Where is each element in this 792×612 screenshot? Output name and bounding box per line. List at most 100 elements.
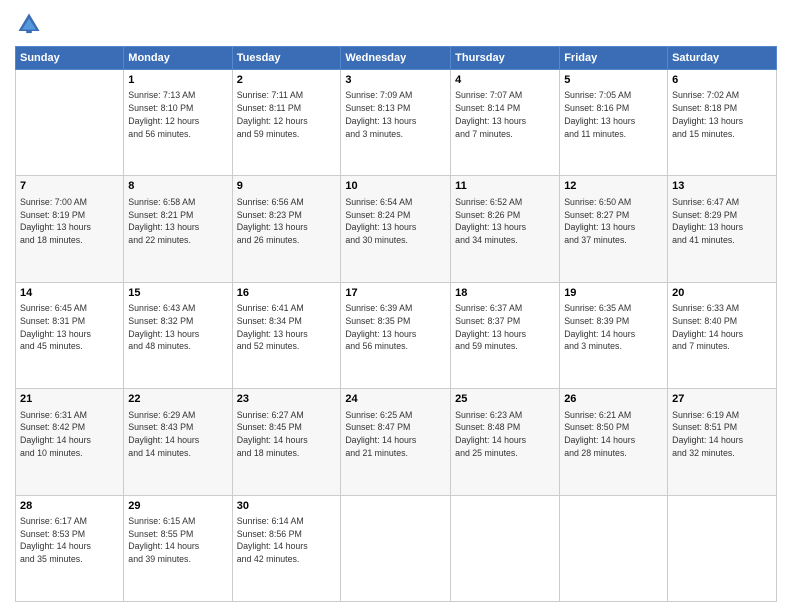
day-number: 19	[564, 286, 663, 301]
day-info: Sunrise: 6:37 AM Sunset: 8:37 PM Dayligh…	[455, 302, 555, 353]
day-info: Sunrise: 6:25 AM Sunset: 8:47 PM Dayligh…	[345, 409, 446, 460]
week-row-3: 14Sunrise: 6:45 AM Sunset: 8:31 PM Dayli…	[16, 282, 777, 388]
day-cell: 4Sunrise: 7:07 AM Sunset: 8:14 PM Daylig…	[451, 70, 560, 176]
day-cell: 24 Sunrise: 6:25 AM Sunset: 8:47 PM Dayli…	[341, 389, 451, 495]
week-row-5: 28Sunrise: 6:17 AM Sunset: 8:53 PM Dayli…	[16, 495, 777, 601]
logo	[15, 10, 47, 38]
day-cell: 15Sunrise: 6:43 AM Sunset: 8:32 PM Dayli…	[124, 282, 232, 388]
day-cell: 19Sunrise: 6:35 AM Sunset: 8:39 PM Dayli…	[560, 282, 668, 388]
col-header-saturday: Saturday	[668, 47, 777, 70]
day-info: Sunrise: 6:14 AM Sunset: 8:56 PM Dayligh…	[237, 515, 337, 566]
day-number: 30	[237, 499, 337, 514]
page: SundayMondayTuesdayWednesdayThursdayFrid…	[0, 0, 792, 612]
col-header-tuesday: Tuesday	[232, 47, 341, 70]
day-cell: 21 Sunrise: 6:31 AM Sunset: 8:42 PM Dayli…	[16, 389, 124, 495]
day-number: 17	[345, 286, 446, 301]
day-number: 29	[128, 499, 227, 514]
day-number: 26	[564, 392, 663, 407]
day-number: 14	[20, 286, 119, 301]
day-info: Sunrise: 6:31 AM Sunset: 8:42 PM Dayligh…	[20, 409, 119, 460]
day-info: Sunrise: 6:54 AM Sunset: 8:24 PM Dayligh…	[345, 196, 446, 247]
day-cell	[341, 495, 451, 601]
day-number: 9	[237, 179, 337, 194]
day-cell: 18Sunrise: 6:37 AM Sunset: 8:37 PM Dayli…	[451, 282, 560, 388]
day-cell: 14Sunrise: 6:45 AM Sunset: 8:31 PM Dayli…	[16, 282, 124, 388]
day-number: 10	[345, 179, 446, 194]
col-header-monday: Monday	[124, 47, 232, 70]
week-row-4: 21 Sunrise: 6:31 AM Sunset: 8:42 PM Dayli…	[16, 389, 777, 495]
col-header-friday: Friday	[560, 47, 668, 70]
day-number: 27	[672, 392, 772, 407]
day-info: Sunrise: 6:58 AM Sunset: 8:21 PM Dayligh…	[128, 196, 227, 247]
day-cell	[16, 70, 124, 176]
day-info: Sunrise: 6:27 AM Sunset: 8:45 PM Dayligh…	[237, 409, 337, 460]
day-cell: 29Sunrise: 6:15 AM Sunset: 8:55 PM Dayli…	[124, 495, 232, 601]
day-number: 18	[455, 286, 555, 301]
day-info: Sunrise: 6:17 AM Sunset: 8:53 PM Dayligh…	[20, 515, 119, 566]
header-row: SundayMondayTuesdayWednesdayThursdayFrid…	[16, 47, 777, 70]
day-cell: 13 Sunrise: 6:47 AM Sunset: 8:29 PM Dayli…	[668, 176, 777, 282]
day-cell: 20Sunrise: 6:33 AM Sunset: 8:40 PM Dayli…	[668, 282, 777, 388]
day-info: Sunrise: 7:09 AM Sunset: 8:13 PM Dayligh…	[345, 89, 446, 140]
day-number: 2	[237, 73, 337, 88]
day-cell: 10 Sunrise: 6:54 AM Sunset: 8:24 PM Dayli…	[341, 176, 451, 282]
logo-icon	[15, 10, 43, 38]
day-number: 16	[237, 286, 337, 301]
day-info: Sunrise: 7:07 AM Sunset: 8:14 PM Dayligh…	[455, 89, 555, 140]
day-info: Sunrise: 7:13 AM Sunset: 8:10 PM Dayligh…	[128, 89, 227, 140]
calendar-table: SundayMondayTuesdayWednesdayThursdayFrid…	[15, 46, 777, 602]
day-cell: 2Sunrise: 7:11 AM Sunset: 8:11 PM Daylig…	[232, 70, 341, 176]
day-cell: 26 Sunrise: 6:21 AM Sunset: 8:50 PM Dayli…	[560, 389, 668, 495]
day-info: Sunrise: 6:39 AM Sunset: 8:35 PM Dayligh…	[345, 302, 446, 353]
day-number: 15	[128, 286, 227, 301]
day-info: Sunrise: 7:00 AM Sunset: 8:19 PM Dayligh…	[20, 196, 119, 247]
day-info: Sunrise: 6:45 AM Sunset: 8:31 PM Dayligh…	[20, 302, 119, 353]
day-info: Sunrise: 6:23 AM Sunset: 8:48 PM Dayligh…	[455, 409, 555, 460]
day-info: Sunrise: 7:02 AM Sunset: 8:18 PM Dayligh…	[672, 89, 772, 140]
day-number: 13	[672, 179, 772, 194]
day-number: 6	[672, 73, 772, 88]
day-cell: 28Sunrise: 6:17 AM Sunset: 8:53 PM Dayli…	[16, 495, 124, 601]
day-info: Sunrise: 6:47 AM Sunset: 8:29 PM Dayligh…	[672, 196, 772, 247]
day-cell: 27 Sunrise: 6:19 AM Sunset: 8:51 PM Dayli…	[668, 389, 777, 495]
day-info: Sunrise: 6:21 AM Sunset: 8:50 PM Dayligh…	[564, 409, 663, 460]
header	[15, 10, 777, 38]
day-info: Sunrise: 6:33 AM Sunset: 8:40 PM Dayligh…	[672, 302, 772, 353]
day-number: 4	[455, 73, 555, 88]
day-number: 21	[20, 392, 119, 407]
col-header-sunday: Sunday	[16, 47, 124, 70]
day-info: Sunrise: 6:29 AM Sunset: 8:43 PM Dayligh…	[128, 409, 227, 460]
day-cell	[451, 495, 560, 601]
day-number: 20	[672, 286, 772, 301]
day-number: 12	[564, 179, 663, 194]
day-number: 22	[128, 392, 227, 407]
day-number: 1	[128, 73, 227, 88]
day-cell: 7 Sunrise: 7:00 AM Sunset: 8:19 PM Daylig…	[16, 176, 124, 282]
day-number: 5	[564, 73, 663, 88]
day-number: 23	[237, 392, 337, 407]
day-cell: 8 Sunrise: 6:58 AM Sunset: 8:21 PM Daylig…	[124, 176, 232, 282]
week-row-2: 7 Sunrise: 7:00 AM Sunset: 8:19 PM Daylig…	[16, 176, 777, 282]
day-cell: 3Sunrise: 7:09 AM Sunset: 8:13 PM Daylig…	[341, 70, 451, 176]
day-info: Sunrise: 6:15 AM Sunset: 8:55 PM Dayligh…	[128, 515, 227, 566]
day-cell: 9 Sunrise: 6:56 AM Sunset: 8:23 PM Daylig…	[232, 176, 341, 282]
day-info: Sunrise: 6:56 AM Sunset: 8:23 PM Dayligh…	[237, 196, 337, 247]
col-header-thursday: Thursday	[451, 47, 560, 70]
day-number: 24	[345, 392, 446, 407]
day-number: 7	[20, 179, 119, 194]
day-number: 28	[20, 499, 119, 514]
day-cell: 11Sunrise: 6:52 AM Sunset: 8:26 PM Dayli…	[451, 176, 560, 282]
day-cell: 12Sunrise: 6:50 AM Sunset: 8:27 PM Dayli…	[560, 176, 668, 282]
day-info: Sunrise: 6:19 AM Sunset: 8:51 PM Dayligh…	[672, 409, 772, 460]
day-info: Sunrise: 7:05 AM Sunset: 8:16 PM Dayligh…	[564, 89, 663, 140]
day-cell: 6Sunrise: 7:02 AM Sunset: 8:18 PM Daylig…	[668, 70, 777, 176]
day-cell: 5Sunrise: 7:05 AM Sunset: 8:16 PM Daylig…	[560, 70, 668, 176]
day-number: 8	[128, 179, 227, 194]
day-cell: 30Sunrise: 6:14 AM Sunset: 8:56 PM Dayli…	[232, 495, 341, 601]
day-cell	[668, 495, 777, 601]
day-cell: 22 Sunrise: 6:29 AM Sunset: 8:43 PM Dayli…	[124, 389, 232, 495]
day-number: 11	[455, 179, 555, 194]
week-row-1: 1Sunrise: 7:13 AM Sunset: 8:10 PM Daylig…	[16, 70, 777, 176]
day-cell: 17Sunrise: 6:39 AM Sunset: 8:35 PM Dayli…	[341, 282, 451, 388]
day-cell	[560, 495, 668, 601]
